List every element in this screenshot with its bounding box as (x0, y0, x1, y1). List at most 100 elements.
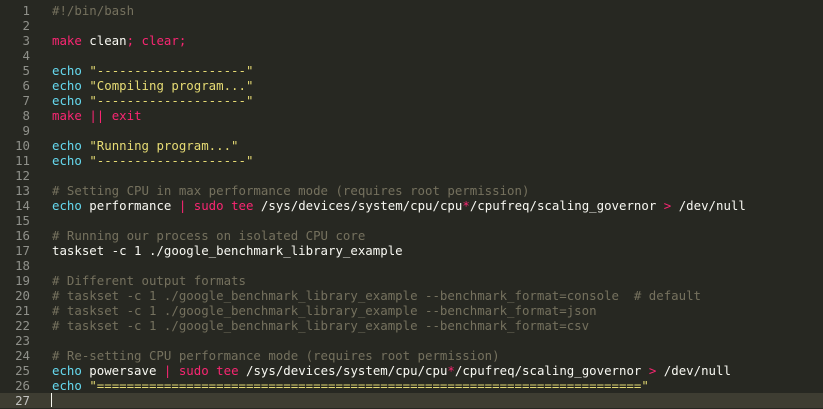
line-text: # taskset -c 1 ./google_benchmark_librar… (52, 318, 589, 333)
line-number: 5 (22, 63, 30, 78)
code-token: sudo (193, 198, 224, 213)
code-line[interactable]: 10 echo "Running program..." (0, 138, 823, 153)
code-line[interactable]: 5 echo "--------------------" (0, 63, 823, 78)
code-token: echo (52, 138, 82, 153)
line-number: 11 (15, 153, 30, 168)
code-token: ; (178, 33, 187, 48)
line-number: 7 (22, 93, 30, 108)
line-number: 22 (15, 318, 30, 333)
code-token: clean (81, 33, 127, 48)
line-text: echo "==================================… (52, 378, 649, 393)
code-token: echo (52, 363, 82, 378)
line-text: make clean; clear; (52, 33, 186, 48)
code-token: echo (52, 63, 82, 78)
line-number: 23 (15, 333, 30, 348)
code-token: "=======================================… (89, 378, 649, 393)
code-line[interactable]: 19 # Different output formats (0, 273, 823, 288)
code-line[interactable]: 4 (0, 48, 823, 63)
line-number: 16 (15, 228, 30, 243)
code-token: "Running program..." (89, 138, 239, 153)
line-number: 17 (15, 243, 30, 258)
code-token: ; (126, 33, 135, 48)
line-text: # Setting CPU in max performance mode (r… (52, 183, 529, 198)
code-line[interactable]: 14 echo performance | sudo tee /sys/devic… (0, 198, 823, 213)
code-line[interactable]: 17 taskset -c 1 ./google_benchmark_librar… (0, 243, 823, 258)
code-token: make (52, 108, 82, 123)
code-line[interactable]: 22 # taskset -c 1 ./google_benchmark_libr… (0, 318, 823, 333)
line-number: 24 (15, 348, 30, 363)
code-line[interactable]: 12 (0, 168, 823, 183)
code-line[interactable]: 7 echo "--------------------" (0, 93, 823, 108)
line-number: 9 (22, 123, 30, 138)
code-line[interactable]: 24 # Re-setting CPU performance mode (req… (0, 348, 823, 363)
code-token: # taskset -c 1 ./google_benchmark_librar… (52, 303, 597, 318)
code-line[interactable]: 16 # Running our process on isolated CPU … (0, 228, 823, 243)
line-number: 19 (15, 273, 30, 288)
code-token: clear (134, 33, 179, 48)
line-number: 6 (22, 78, 30, 93)
code-token: echo (52, 378, 82, 393)
code-token: "--------------------" (89, 93, 254, 108)
code-line[interactable]: 15 (0, 213, 823, 228)
line-number: 26 (15, 378, 30, 393)
code-line[interactable]: 11 echo "--------------------" (0, 153, 823, 168)
line-number: 13 (15, 183, 30, 198)
code-line[interactable]: 18 (0, 258, 823, 273)
code-line[interactable]: 27 (0, 393, 823, 408)
code-token: || (89, 108, 105, 123)
code-token: performance (81, 198, 179, 213)
code-line[interactable]: 21 # taskset -c 1 ./google_benchmark_libr… (0, 303, 823, 318)
code-line[interactable]: 23 (0, 333, 823, 348)
code-token: /cpufreq/scaling_governor (469, 198, 664, 213)
code-token: /dev/null (656, 363, 731, 378)
code-line[interactable]: 2 (0, 18, 823, 33)
code-token: * (447, 363, 455, 378)
line-text: echo "--------------------" (52, 93, 253, 108)
code-token: /cpufreq/scaling_governor (454, 363, 649, 378)
code-line[interactable]: 1 #!/bin/bash (0, 3, 823, 18)
code-token: # Running our process on isolated CPU co… (52, 228, 366, 243)
code-token: # Setting CPU in max performance mode (r… (52, 183, 530, 198)
line-number: 2 (22, 18, 30, 33)
code-token: "--------------------" (89, 63, 254, 78)
line-number: 1 (22, 3, 30, 18)
code-token: sudo (178, 363, 209, 378)
code-line[interactable]: 25 echo powersave | sudo tee /sys/devices… (0, 363, 823, 378)
line-text: echo "Running program..." (52, 138, 239, 153)
line-number: 27 (15, 393, 30, 408)
code-line[interactable]: 9 (0, 123, 823, 138)
code-token: #!/bin/bash (52, 3, 135, 18)
code-line[interactable]: 6 echo "Compiling program..." (0, 78, 823, 93)
code-line[interactable]: 3 make clean; clear; (0, 33, 823, 48)
line-text: echo "--------------------" (52, 63, 253, 78)
code-token: # taskset -c 1 ./google_benchmark_librar… (52, 318, 590, 333)
line-number: 21 (15, 303, 30, 318)
line-text: # taskset -c 1 ./google_benchmark_librar… (52, 288, 701, 303)
code-line[interactable]: 26 echo "================================… (0, 378, 823, 393)
line-number: 12 (15, 168, 30, 183)
line-number: 4 (22, 48, 30, 63)
code-token: echo (52, 93, 82, 108)
line-text: # Running our process on isolated CPU co… (52, 228, 365, 243)
code-token: * (462, 198, 470, 213)
line-number: 25 (15, 363, 30, 378)
line-number: 3 (22, 33, 30, 48)
line-number: 20 (15, 288, 30, 303)
code-line[interactable]: 20 # taskset -c 1 ./google_benchmark_libr… (0, 288, 823, 303)
code-editor[interactable]: 1 #!/bin/bash 2 3 make clean; clear; 4 5 echo "… (0, 0, 823, 409)
code-token: powersave (81, 363, 164, 378)
code-token: tee (231, 198, 254, 213)
line-number: 18 (15, 258, 30, 273)
line-text: echo powersave | sudo tee /sys/devices/s… (52, 363, 731, 378)
line-text: echo performance | sudo tee /sys/devices… (52, 198, 746, 213)
code-token: /sys/devices/system/cpu/cpu (253, 198, 463, 213)
code-line[interactable]: 13 # Setting CPU in max performance mode … (0, 183, 823, 198)
line-text: # Different output formats (52, 273, 246, 288)
code-token: /sys/devices/system/cpu/cpu (238, 363, 448, 378)
line-text: # taskset -c 1 ./google_benchmark_librar… (52, 303, 597, 318)
code-token: # Different output formats (52, 273, 246, 288)
code-line[interactable]: 8 make || exit (0, 108, 823, 123)
